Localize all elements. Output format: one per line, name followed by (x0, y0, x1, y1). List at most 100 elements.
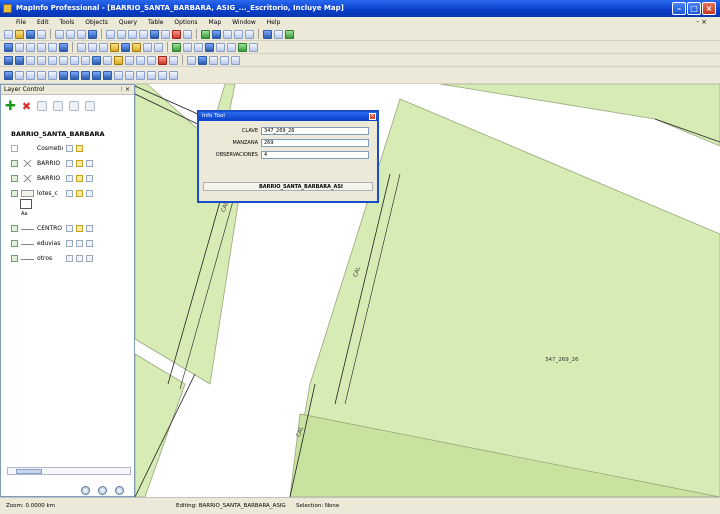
save-icon[interactable] (26, 29, 35, 39)
menu-table[interactable]: Table (148, 19, 164, 26)
selectable-icon[interactable] (66, 144, 73, 152)
scrollbar-thumb[interactable] (16, 469, 42, 474)
layer-visibility-checkbox[interactable] (11, 159, 18, 167)
line-icon[interactable] (15, 55, 24, 65)
grabber-icon[interactable] (110, 42, 119, 52)
layer-visibility-checkbox[interactable] (11, 239, 18, 247)
label-toggle-icon[interactable] (86, 224, 93, 232)
select-icon[interactable] (4, 42, 13, 52)
thematic-icon[interactable] (183, 42, 192, 52)
clip-region-icon[interactable] (194, 42, 203, 52)
ruler-tool-icon[interactable] (216, 42, 225, 52)
new-mapper-icon[interactable] (106, 29, 115, 39)
tool-manager-icon[interactable] (201, 29, 210, 39)
redistrict-window-icon[interactable] (147, 70, 156, 80)
drag-map-icon[interactable] (143, 42, 152, 52)
menu-map[interactable]: Map (208, 19, 221, 26)
selectable-icon[interactable] (66, 189, 73, 197)
legend-icon[interactable] (183, 29, 192, 39)
label-toggle-icon[interactable] (86, 254, 93, 262)
paste-icon[interactable] (77, 29, 86, 39)
layer-row-eduvias[interactable]: eduvias (11, 238, 93, 248)
minimize-button[interactable]: – (672, 2, 686, 15)
redistrict-icon[interactable] (150, 29, 159, 39)
layer-row-otros[interactable]: otros (11, 253, 93, 263)
workspace-icon[interactable] (158, 70, 167, 80)
layer-row-barrio-2[interactable]: BARRIO (11, 173, 93, 183)
menu-tools[interactable]: Tools (60, 19, 75, 26)
globe-icon[interactable] (81, 486, 90, 495)
editable-icon[interactable] (76, 189, 83, 197)
zoom-in-icon[interactable] (77, 42, 86, 52)
snap-icon[interactable] (187, 55, 196, 65)
catalog-icon[interactable] (234, 29, 243, 39)
mapbasic-icon[interactable] (4, 70, 13, 80)
copy-icon[interactable] (66, 29, 75, 39)
polyline-icon[interactable] (26, 55, 35, 65)
layer-panel-scrollbar[interactable] (7, 467, 131, 475)
arc-icon[interactable] (37, 55, 46, 65)
open-icon[interactable] (15, 29, 24, 39)
layer-row-centro[interactable]: CENTRO (11, 223, 93, 233)
info-window-icon[interactable] (37, 70, 46, 80)
move-layer-up-icon[interactable] (37, 101, 48, 111)
layer-properties-icon[interactable] (69, 101, 80, 111)
help-icon[interactable] (212, 29, 221, 39)
close-button[interactable]: × (702, 2, 716, 15)
boundary-select-icon[interactable] (48, 42, 57, 52)
scale-bar-icon[interactable] (238, 42, 247, 52)
label-icon[interactable] (132, 42, 141, 52)
selectable-icon[interactable] (66, 239, 73, 247)
statistics-window-icon[interactable] (59, 70, 68, 80)
label-toggle-icon[interactable] (86, 174, 93, 182)
digitize-icon[interactable] (198, 55, 207, 65)
sql-icon[interactable] (223, 29, 232, 39)
zoom-out-icon[interactable] (88, 42, 97, 52)
layer-row-cosmetic[interactable]: Cosmetic (11, 143, 83, 153)
label-toggle-icon[interactable] (86, 189, 93, 197)
line-style-icon[interactable] (136, 55, 145, 65)
run-icon[interactable] (245, 29, 254, 39)
tool-window-icon[interactable] (92, 70, 101, 80)
remove-layer-icon[interactable]: ✖ (22, 100, 31, 113)
editable-icon[interactable] (76, 239, 83, 247)
ruler-icon[interactable] (274, 29, 283, 39)
layer-icon[interactable] (285, 29, 294, 39)
split-icon[interactable] (220, 55, 229, 65)
layer-visibility-checkbox[interactable] (11, 224, 18, 232)
set-target-icon[interactable] (205, 42, 214, 52)
polygon-select-icon[interactable] (37, 42, 46, 52)
layer-visibility-checkbox[interactable] (11, 254, 18, 262)
change-view-icon[interactable] (99, 42, 108, 52)
layer-visibility-checkbox[interactable] (11, 174, 18, 182)
editable-icon[interactable] (76, 144, 83, 152)
text-icon[interactable] (92, 55, 101, 65)
undo-icon[interactable] (88, 29, 97, 39)
symbol-style-icon[interactable] (158, 55, 167, 65)
add-theme-icon[interactable] (249, 42, 258, 52)
options-icon[interactable] (115, 486, 124, 495)
graph-icon[interactable] (125, 70, 134, 80)
statistics-icon[interactable] (172, 29, 181, 39)
legend-window-icon[interactable] (70, 70, 79, 80)
selectable-icon[interactable] (66, 224, 73, 232)
info-tool-icon[interactable] (263, 29, 272, 39)
reshape-icon[interactable] (114, 55, 123, 65)
info-tool-dialog[interactable]: Info Tool × CLAVE 347_269_26 MANZANA 269… (197, 110, 379, 203)
refresh-icon[interactable] (98, 486, 107, 495)
info-tool-table-selector[interactable]: BARRIO_SANTA_BARBARA_ASI (203, 182, 373, 191)
menu-query[interactable]: Query (119, 19, 137, 26)
info-icon[interactable] (121, 42, 130, 52)
move-layer-down-icon[interactable] (53, 101, 64, 111)
layer-visibility-checkbox[interactable] (11, 144, 18, 152)
erase-icon[interactable] (231, 55, 240, 65)
print-icon[interactable] (37, 29, 46, 39)
layer-row-lotes[interactable]: lotes_c (11, 188, 93, 198)
symbol-icon[interactable] (4, 55, 13, 65)
menu-file[interactable]: File (16, 19, 26, 26)
layer-row-barrio[interactable]: BARRIO (11, 158, 93, 168)
ellipse-icon[interactable] (59, 55, 68, 65)
add-node-icon[interactable] (125, 55, 134, 65)
mapbasic-window-icon[interactable] (15, 70, 24, 80)
browse-icon[interactable] (114, 70, 123, 80)
